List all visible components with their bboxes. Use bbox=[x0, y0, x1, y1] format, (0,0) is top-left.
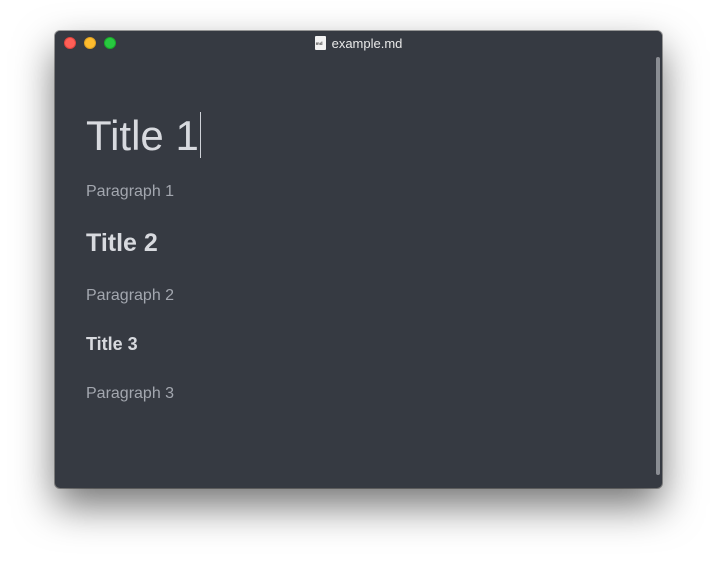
title-bar[interactable]: example.md bbox=[55, 31, 662, 55]
vertical-scrollbar[interactable] bbox=[656, 57, 660, 475]
heading-3[interactable]: Title 3 bbox=[86, 332, 138, 356]
heading-2[interactable]: Title 2 bbox=[86, 228, 158, 258]
markdown-file-icon bbox=[314, 36, 326, 50]
paragraph-1[interactable]: Paragraph 1 bbox=[86, 182, 174, 202]
window-title-text: example.md bbox=[331, 35, 403, 51]
window-title: example.md bbox=[55, 31, 662, 55]
heading-1-text[interactable]: Title 1 bbox=[86, 112, 199, 159]
paragraph-2[interactable]: Paragraph 2 bbox=[86, 286, 174, 306]
text-caret bbox=[199, 112, 201, 158]
heading-1[interactable]: Title 1 bbox=[86, 111, 201, 161]
paragraph-3[interactable]: Paragraph 3 bbox=[86, 384, 174, 404]
app-window: example.md Title 1 Paragraph 1 Title 2 P… bbox=[55, 31, 662, 488]
